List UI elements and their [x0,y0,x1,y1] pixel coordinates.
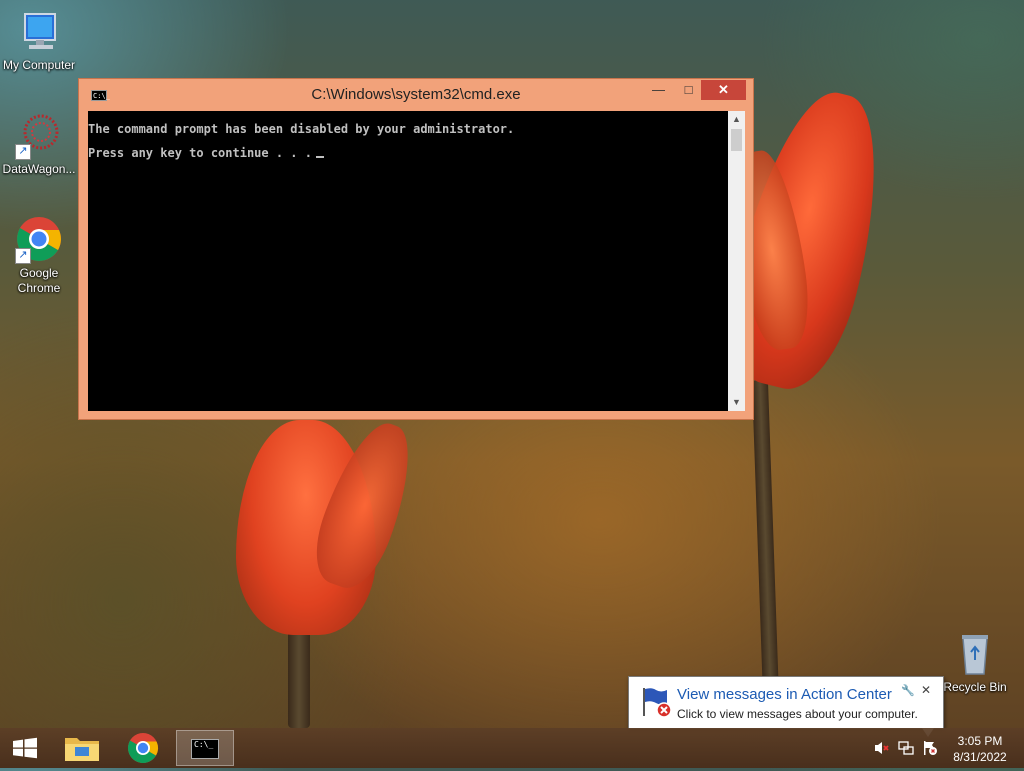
scroll-up-icon[interactable]: ▲ [728,111,745,128]
desktop-icon-label: Recycle Bin [943,680,1007,694]
shortcut-arrow-icon: ↗ [15,248,31,264]
cmd-window[interactable]: C:\_ C:\Windows\system32\cmd.exe — □ ✕ T… [78,78,754,420]
cmd-icon: C:\_ [191,739,219,759]
notification-close-button[interactable]: ✕ [921,683,931,697]
console-output[interactable]: The command prompt has been disabled by … [88,111,728,411]
desktop-icon-datawagon[interactable]: ↗ DataWagon... [0,112,78,177]
console-line: Press any key to continue . . . [88,146,312,160]
network-icon[interactable] [898,740,914,759]
action-center-notification[interactable]: View messages in Action Center Click to … [628,676,944,729]
taskbar-cmd[interactable]: C:\_ [176,730,234,766]
console-line: The command prompt has been disabled by … [88,122,515,136]
action-center-tray-icon[interactable] [922,740,938,759]
volume-muted-icon[interactable] [874,740,890,759]
chrome-icon: ↗ [15,216,63,264]
clock-time: 3:05 PM [957,734,1003,748]
recycle-bin-icon [951,630,999,678]
windows-logo-icon [13,737,37,759]
taskbar-clock[interactable]: 3:05 PM 8/31/2022 [948,733,1012,765]
shortcut-arrow-icon: ↗ [15,144,31,160]
taskbar-google-chrome[interactable] [115,730,171,766]
notification-body: Click to view messages about your comput… [677,707,918,721]
text-cursor [315,156,324,158]
computer-icon [15,8,63,56]
vertical-scrollbar[interactable]: ▲ ▼ [728,111,745,411]
datawagon-icon: ↗ [15,112,63,160]
close-icon: ✕ [921,683,932,697]
desktop-icon-label: Chrome [17,281,61,295]
settings-wrench-icon[interactable]: 🔧 [901,684,915,697]
desktop-icon-my-computer[interactable]: My Computer [0,8,78,73]
minimize-icon: — [652,82,665,97]
minimize-button[interactable]: — [645,80,672,100]
scroll-thumb[interactable] [731,129,742,151]
window-titlebar[interactable]: C:\_ C:\Windows\system32\cmd.exe — □ ✕ [79,79,753,109]
close-icon: ✕ [718,82,729,97]
desktop-icon-label: DataWagon... [2,162,76,176]
taskbar: C:\_ 3:05 PM 8/31/2022 [0,728,1024,768]
desktop-icon-recycle-bin[interactable]: Recycle Bin [936,630,1014,695]
close-button[interactable]: ✕ [701,80,746,100]
desktop-icon-label: My Computer [2,58,76,72]
desktop-icon-label: Google [19,266,59,280]
maximize-icon: □ [684,82,693,97]
chrome-icon [127,733,158,764]
desktop-icon-google-chrome[interactable]: ↗ Google Chrome [0,216,78,296]
maximize-button[interactable]: □ [675,80,702,100]
console-line-prompt: Press any key to continue . . . [88,146,324,160]
taskbar-file-explorer[interactable] [55,730,111,766]
start-button[interactable] [4,730,60,766]
folder-icon [65,738,99,761]
clock-date: 8/31/2022 [953,750,1007,764]
action-center-flag-icon [640,686,672,718]
notification-title: View messages in Action Center [677,686,892,703]
scroll-down-icon[interactable]: ▼ [728,394,745,411]
